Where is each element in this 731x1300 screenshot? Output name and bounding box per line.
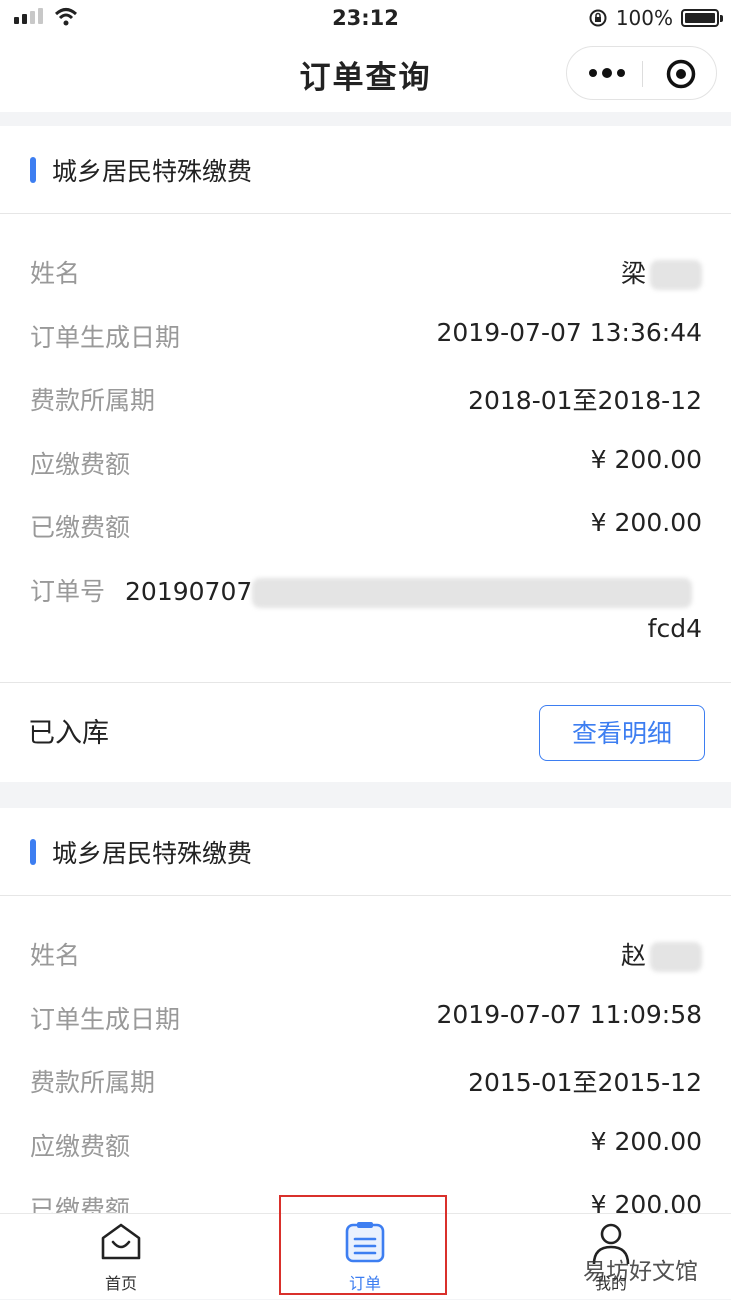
battery-percent: 100%	[615, 6, 673, 30]
name-label: 姓名	[30, 259, 81, 288]
order-number-suffix: fcd4	[647, 614, 702, 643]
orientation-lock-icon	[589, 9, 607, 27]
home-bag-icon	[101, 1223, 141, 1260]
order-card: 城乡居民特殊缴费 姓名 梁 订单生成日期 2019-07-07 13:36:44…	[0, 126, 731, 782]
name-label: 姓名	[30, 941, 81, 970]
order-card-header: 城乡居民特殊缴费	[0, 126, 731, 214]
blurred-name	[650, 942, 702, 972]
order-paid-row: 已缴费额 ¥ 200.00	[30, 504, 702, 544]
due-value: ¥ 200.00	[590, 1127, 702, 1156]
tab-order[interactable]: 订单	[275, 1214, 455, 1300]
order-title: 城乡居民特殊缴费	[52, 839, 253, 868]
order-date-row: 订单生成日期 2019-07-07 13:36:44	[30, 314, 702, 354]
order-card-footer: 已入库 查看明细	[0, 682, 731, 782]
order-list-icon	[345, 1222, 385, 1263]
name-value: 赵	[620, 941, 646, 970]
period-value: 2018-01至2018-12	[468, 386, 702, 415]
due-value: ¥ 200.00	[590, 445, 702, 474]
tab-home[interactable]: 首页	[31, 1214, 211, 1300]
battery-icon	[681, 9, 723, 27]
close-miniprogram-icon[interactable]	[665, 58, 697, 90]
name-value: 梁	[620, 259, 646, 288]
date-value: 2019-07-07 11:09:58	[436, 1000, 702, 1029]
order-name-row: 姓名 梁	[30, 250, 702, 290]
paid-label: 已缴费额	[30, 513, 131, 542]
capsule-divider	[642, 61, 643, 87]
period-label: 费款所属期	[30, 1068, 156, 1097]
navigation-bar: 订单查询	[0, 38, 731, 112]
period-value: 2015-01至2015-12	[468, 1068, 702, 1097]
order-due-row: 应缴费额 ¥ 200.00	[30, 1123, 702, 1163]
blurred-name	[650, 260, 702, 290]
order-date-row: 订单生成日期 2019-07-07 11:09:58	[30, 996, 702, 1036]
order-status: 已入库	[28, 718, 109, 749]
due-label: 应缴费额	[30, 1132, 131, 1161]
date-value: 2019-07-07 13:36:44	[436, 318, 702, 347]
order-name-row: 姓名 赵	[30, 932, 702, 972]
order-number-row: 订单号 20190707	[30, 572, 693, 608]
watermark: 易坊好文馆	[583, 1259, 698, 1285]
order-card: 城乡居民特殊缴费 姓名 赵 订单生成日期 2019-07-07 11:09:58…	[0, 808, 731, 1224]
view-detail-button[interactable]: 查看明细	[539, 705, 705, 761]
order-period-row: 费款所属期 2015-01至2015-12	[30, 1059, 702, 1099]
accent-bar	[30, 839, 36, 865]
paid-value: ¥ 200.00	[590, 508, 702, 537]
order-period-row: 费款所属期 2018-01至2018-12	[30, 377, 702, 417]
order-title: 城乡居民特殊缴费	[52, 157, 253, 186]
order-number-label: 订单号	[30, 577, 106, 606]
date-label: 订单生成日期	[30, 323, 181, 352]
due-label: 应缴费额	[30, 450, 131, 479]
date-label: 订单生成日期	[30, 1005, 181, 1034]
status-bar: 23:12 100%	[0, 0, 731, 38]
tab-home-label: 首页	[104, 1274, 137, 1293]
blurred-order-number	[252, 578, 693, 608]
order-card-header: 城乡居民特殊缴费	[0, 808, 731, 896]
miniprogram-capsule	[566, 46, 717, 100]
tab-order-label: 订单	[348, 1274, 381, 1293]
more-icon[interactable]	[589, 66, 639, 80]
order-number-prefix: 20190707	[125, 577, 253, 606]
accent-bar	[30, 157, 36, 183]
period-label: 费款所属期	[30, 386, 156, 415]
order-due-row: 应缴费额 ¥ 200.00	[30, 441, 702, 481]
